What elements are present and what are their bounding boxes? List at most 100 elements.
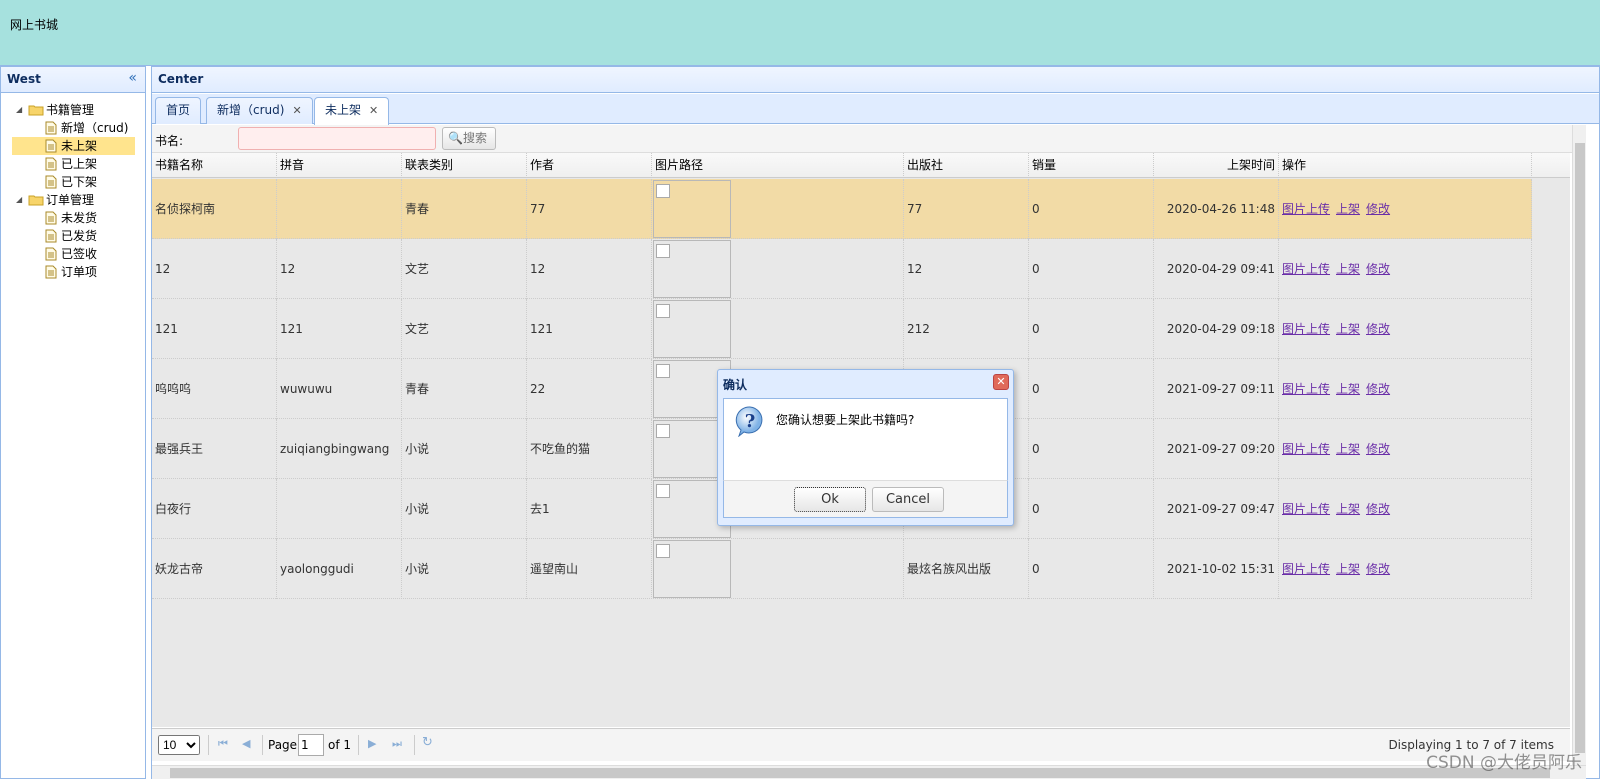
broken-image-icon xyxy=(653,540,731,598)
column-header[interactable]: 联表类别 xyxy=(402,153,527,178)
list-book-link[interactable]: 上架 xyxy=(1336,322,1360,336)
tree-node-order-management[interactable]: ◢ 订单管理 xyxy=(1,191,145,209)
cell-sales: 0 xyxy=(1029,479,1154,539)
scrollbar-thumb[interactable] xyxy=(170,768,1550,778)
upload-image-link[interactable]: 图片上传 xyxy=(1282,382,1330,396)
cancel-button[interactable]: Cancel xyxy=(872,487,944,512)
tab-home[interactable]: 首页 xyxy=(155,97,202,124)
cell-time: 2020-04-26 11:48 xyxy=(1154,179,1279,239)
upload-image-link[interactable]: 图片上传 xyxy=(1282,442,1330,456)
upload-image-link[interactable]: 图片上传 xyxy=(1282,562,1330,576)
expand-arrow-icon[interactable]: ◢ xyxy=(16,101,22,119)
list-book-link[interactable]: 上架 xyxy=(1336,262,1360,276)
upload-image-link[interactable]: 图片上传 xyxy=(1282,322,1330,336)
first-page-icon[interactable]: ⏮ xyxy=(218,737,228,751)
cell-actions: 图片上传 上架 修改 xyxy=(1279,539,1532,599)
upload-image-link[interactable]: 图片上传 xyxy=(1282,202,1330,216)
cell-time: 2020-04-29 09:18 xyxy=(1154,299,1279,359)
upload-image-link[interactable]: 图片上传 xyxy=(1282,262,1330,276)
page-number-input[interactable]: 1 xyxy=(298,734,324,756)
image-placeholder xyxy=(656,364,670,378)
edit-link[interactable]: 修改 xyxy=(1366,442,1390,456)
book-name-search-input[interactable] xyxy=(238,127,436,150)
close-tab-icon[interactable]: ✕ xyxy=(369,104,378,117)
broken-image-icon xyxy=(653,240,731,298)
cell-pinyin: zuiqiangbingwang xyxy=(277,419,402,479)
scrollbar-thumb[interactable] xyxy=(1575,143,1585,753)
pager-separator xyxy=(208,735,209,755)
page-size-select[interactable]: 10 xyxy=(158,735,200,755)
cell-category: 小说 xyxy=(402,539,527,599)
column-header[interactable]: 销量 xyxy=(1029,153,1154,178)
tree-node-book-management[interactable]: ◢ 书籍管理 xyxy=(1,101,145,119)
edit-link[interactable]: 修改 xyxy=(1366,262,1390,276)
dialog-message: 您确认想要上架此书籍吗? xyxy=(776,413,915,427)
tree-item-label: 已下架 xyxy=(61,175,98,189)
tab-unlisted[interactable]: 未上架 ✕ xyxy=(314,97,390,125)
close-tab-icon[interactable]: ✕ xyxy=(292,104,301,117)
next-page-icon[interactable]: ▶ xyxy=(368,737,376,750)
tree-item-unshipped[interactable]: 未发货 xyxy=(1,209,145,227)
list-book-link[interactable]: 上架 xyxy=(1336,442,1360,456)
cell-actions: 图片上传 上架 修改 xyxy=(1279,299,1532,359)
tree-item-unlisted[interactable]: 未上架 xyxy=(1,137,145,155)
prev-page-icon[interactable]: ◀ xyxy=(242,737,250,750)
tree-item-add[interactable]: 新增（crud) xyxy=(1,119,145,137)
svg-text:?: ? xyxy=(745,411,756,432)
search-button[interactable]: 🔍 搜索 xyxy=(442,127,496,150)
list-book-link[interactable]: 上架 xyxy=(1336,382,1360,396)
column-header[interactable]: 书籍名称 xyxy=(152,153,277,178)
column-header[interactable]: 图片路径 xyxy=(652,153,904,178)
tab-bar: 首页 新增（crud) ✕ 未上架 ✕ xyxy=(152,94,1599,125)
column-header[interactable]: 拼音 xyxy=(277,153,402,178)
last-page-icon[interactable]: ⏭ xyxy=(392,737,402,751)
cell-author: 遥望南山 xyxy=(527,539,652,599)
tree-item-shipped[interactable]: 已发货 xyxy=(1,227,145,245)
list-book-link[interactable]: 上架 xyxy=(1336,202,1360,216)
tree-item-signed[interactable]: 已签收 xyxy=(1,245,145,263)
edit-link[interactable]: 修改 xyxy=(1366,202,1390,216)
cell-publisher: 212 xyxy=(904,299,1029,359)
expand-arrow-icon[interactable]: ◢ xyxy=(16,191,22,209)
edit-link[interactable]: 修改 xyxy=(1366,382,1390,396)
pagination-bar: 10 ⏮ ◀ Page 1 of 1 ▶ ⏭ ↻ Displaying 1 to… xyxy=(152,728,1570,761)
ok-button[interactable]: Ok xyxy=(794,487,866,512)
file-icon xyxy=(45,175,57,189)
column-header[interactable]: 上架时间 xyxy=(1154,153,1279,178)
pager-separator xyxy=(262,735,263,755)
vertical-scrollbar[interactable] xyxy=(1572,125,1586,779)
cell-image xyxy=(652,299,904,359)
image-placeholder xyxy=(656,544,670,558)
upload-image-link[interactable]: 图片上传 xyxy=(1282,502,1330,516)
edit-link[interactable]: 修改 xyxy=(1366,562,1390,576)
table-row[interactable]: 121 121 文艺 121 212 0 2020-04-29 09:18 图片上传 上架 修改 xyxy=(152,299,1532,359)
cell-sales: 0 xyxy=(1029,539,1154,599)
tree-item-listed[interactable]: 已上架 xyxy=(1,155,145,173)
horizontal-scrollbar[interactable] xyxy=(152,765,1586,779)
cell-author: 12 xyxy=(527,239,652,299)
tree-node-label: 书籍管理 xyxy=(46,103,95,117)
cell-category: 文艺 xyxy=(402,299,527,359)
file-icon xyxy=(45,265,57,279)
table-row[interactable]: 12 12 文艺 12 12 0 2020-04-29 09:41 图片上传 上架 修改 xyxy=(152,239,1532,299)
edit-link[interactable]: 修改 xyxy=(1366,502,1390,516)
column-header[interactable]: 操作 xyxy=(1279,153,1532,178)
column-header[interactable]: 作者 xyxy=(527,153,652,178)
file-icon xyxy=(45,121,57,135)
image-placeholder xyxy=(656,244,670,258)
cell-publisher: 12 xyxy=(904,239,1029,299)
edit-link[interactable]: 修改 xyxy=(1366,322,1390,336)
cell-pinyin: yaolonggudi xyxy=(277,539,402,599)
tree-item-delisted[interactable]: 已下架 xyxy=(1,173,145,191)
list-book-link[interactable]: 上架 xyxy=(1336,562,1360,576)
column-header[interactable]: 出版社 xyxy=(904,153,1029,178)
table-row[interactable]: 妖龙古帝 yaolonggudi 小说 遥望南山 最炫名族风出版 0 2021-10-02 … xyxy=(152,539,1532,599)
list-book-link[interactable]: 上架 xyxy=(1336,502,1360,516)
tree-item-order-items[interactable]: 订单项 xyxy=(1,263,145,281)
close-icon[interactable]: ✕ xyxy=(993,374,1009,390)
center-panel-title: Center xyxy=(158,72,204,86)
tab-add-crud[interactable]: 新增（crud) ✕ xyxy=(206,97,313,124)
refresh-icon[interactable]: ↻ xyxy=(422,735,433,750)
collapse-icon[interactable]: « xyxy=(128,70,137,86)
table-row[interactable]: 名侦探柯南 青春 77 77 0 2020-04-26 11:48 图片上传 上架 修改 xyxy=(152,179,1532,239)
